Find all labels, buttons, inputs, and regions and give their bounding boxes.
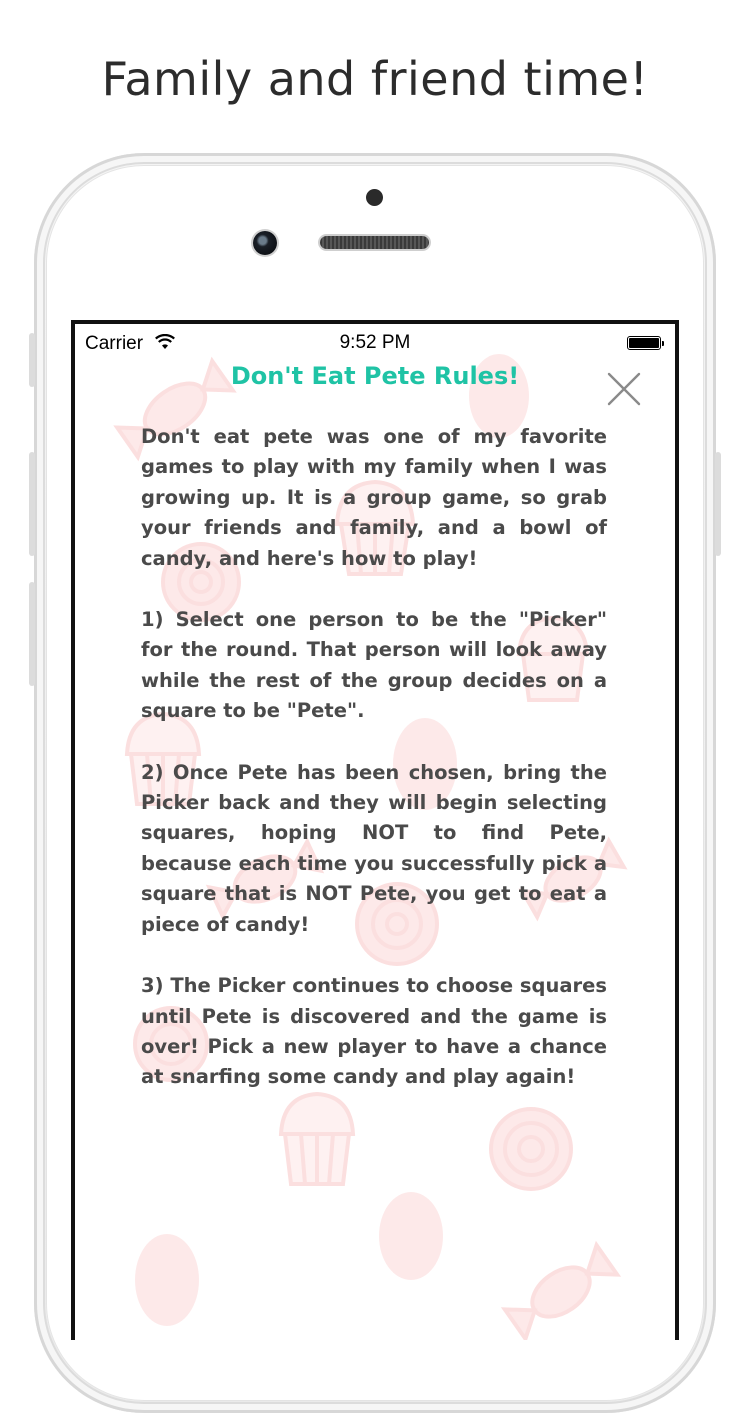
proximity-sensor (366, 189, 383, 206)
rules-text: Don't eat pete was one of my favorite ga… (141, 422, 607, 1124)
headline: Family and friend time! (101, 52, 649, 106)
front-camera (253, 231, 277, 255)
rules-paragraph-step-3: 3) The Picker continues to choose square… (141, 974, 607, 1089)
egg-icon (379, 1192, 443, 1280)
phone-side-button (29, 452, 35, 556)
phone-side-button (29, 582, 35, 686)
earpiece-speaker (320, 236, 429, 249)
phone-side-button (29, 333, 35, 387)
egg-icon (135, 1234, 199, 1326)
modal-title: Don't Eat Pete Rules! (230, 362, 520, 390)
status-time: 9:52 PM (339, 332, 411, 353)
rules-paragraph-intro: Don't eat pete was one of my favorite ga… (141, 425, 607, 570)
rules-paragraph-step-2: 2) Once Pete has been chosen, bring the … (141, 760, 607, 936)
phone-side-button (715, 452, 721, 556)
close-icon[interactable] (605, 370, 643, 408)
rules-modal: Carrier 9:52 PM Don't Eat Pete Rules! Do… (75, 324, 675, 1340)
rules-paragraph-step-1: 1) Select one person to be the "Picker" … (141, 608, 607, 723)
status-bar: Carrier 9:52 PM (75, 324, 675, 364)
battery-icon (627, 336, 664, 350)
candy-wrapper-icon (500, 1240, 622, 1340)
phone-screen: Carrier 9:52 PM Don't Eat Pete Rules! Do… (71, 320, 679, 1340)
